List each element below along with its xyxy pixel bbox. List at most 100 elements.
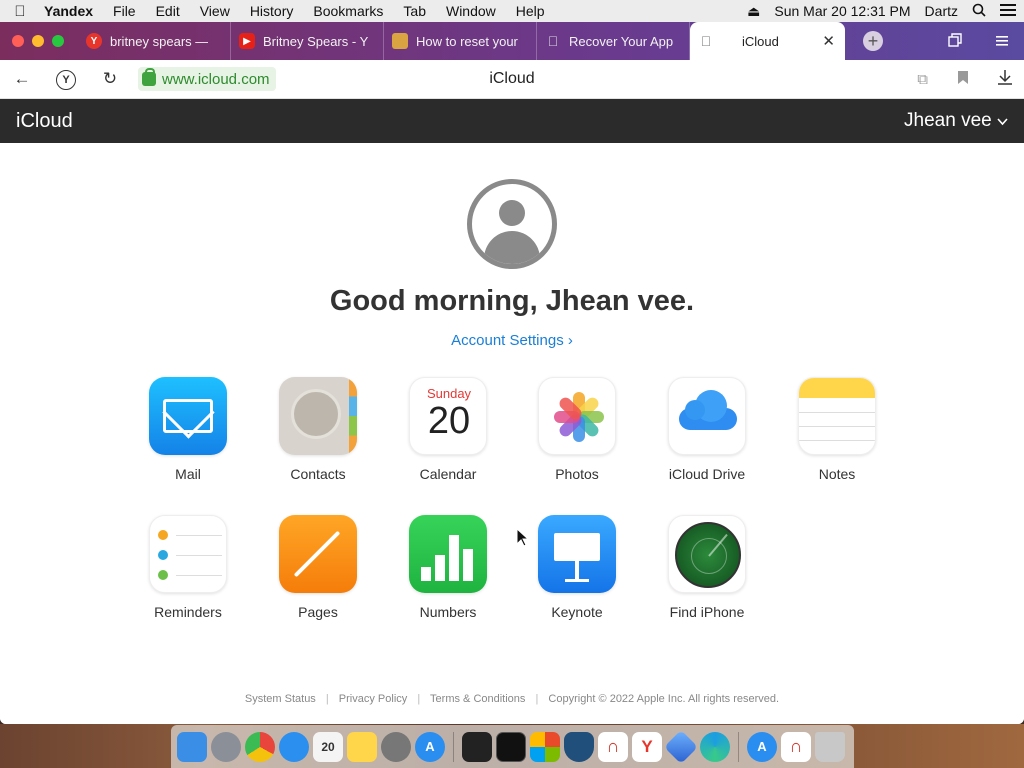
app-label: Pages bbox=[298, 604, 338, 620]
footer-separator: | bbox=[417, 693, 421, 705]
browser-window: Y britney spears — ▶ Britney Spears - Y … bbox=[0, 22, 1024, 724]
notes-icon bbox=[798, 377, 876, 455]
app-photos[interactable]: Photos bbox=[527, 377, 627, 482]
tab-recover-apple[interactable]:  Recover Your App bbox=[537, 22, 690, 60]
zoom-window-button[interactable] bbox=[52, 35, 64, 47]
spotlight-search-icon[interactable] bbox=[972, 3, 986, 20]
yandex-home-button[interactable]: Y bbox=[44, 68, 88, 90]
app-label: Calendar bbox=[419, 466, 477, 482]
window-controls bbox=[0, 35, 78, 47]
app-find-iphone[interactable]: Find iPhone bbox=[657, 515, 757, 620]
close-tab-icon[interactable]: ✕ bbox=[822, 32, 835, 50]
app-store-icon[interactable]: A bbox=[415, 731, 445, 762]
page-footer: System Status | Privacy Policy | Terms &… bbox=[0, 693, 1024, 705]
activity-monitor-icon[interactable] bbox=[462, 731, 492, 762]
terms-link[interactable]: Terms & Conditions bbox=[430, 693, 525, 705]
tab-label: britney spears — bbox=[110, 33, 209, 49]
calendar-icon[interactable]: 20 bbox=[313, 731, 343, 762]
menu-file[interactable]: File bbox=[113, 3, 136, 19]
app-notes[interactable]: Notes bbox=[787, 377, 887, 482]
vpn-shield-icon[interactable] bbox=[564, 731, 594, 762]
close-window-button[interactable] bbox=[12, 35, 24, 47]
app-contacts[interactable]: Contacts bbox=[268, 377, 368, 482]
account-settings-link[interactable]: Account Settings › bbox=[0, 332, 1024, 349]
app-label: Find iPhone bbox=[669, 604, 745, 620]
url-field[interactable]: www.icloud.com bbox=[138, 67, 276, 91]
tab-britney-search[interactable]: Y britney spears — bbox=[78, 22, 231, 60]
app-label: Keynote bbox=[551, 604, 603, 620]
browser-menu-icon[interactable] bbox=[996, 33, 1008, 49]
trash-icon[interactable] bbox=[815, 731, 845, 762]
app-mail[interactable]: Mail bbox=[138, 377, 238, 482]
app-label: Photos bbox=[555, 466, 599, 482]
chrome-icon[interactable] bbox=[245, 731, 275, 762]
ms-office-icon[interactable] bbox=[530, 731, 560, 762]
menu-history[interactable]: History bbox=[250, 3, 294, 19]
minimize-window-button[interactable] bbox=[32, 35, 44, 47]
calendar-day: Sunday bbox=[426, 386, 472, 401]
app-keynote[interactable]: Keynote bbox=[527, 515, 627, 620]
tab-how-to-reset[interactable]: How to reset your bbox=[384, 22, 537, 60]
launchpad-icon[interactable] bbox=[211, 731, 241, 762]
app-reminders[interactable]: Reminders bbox=[138, 515, 238, 620]
new-tab-button[interactable]: + bbox=[863, 31, 883, 51]
menu-edit[interactable]: Edit bbox=[156, 3, 180, 19]
app-label: Reminders bbox=[154, 604, 222, 620]
copy-icon[interactable]: ⧉ bbox=[917, 71, 928, 88]
tab-britney-youtube[interactable]: ▶ Britney Spears - Y bbox=[231, 22, 384, 60]
system-status-link[interactable]: System Status bbox=[245, 693, 316, 705]
app-pages[interactable]: Pages bbox=[268, 515, 368, 620]
apple-menu-icon[interactable]:  bbox=[10, 3, 30, 20]
tabs-overview-icon[interactable] bbox=[948, 32, 962, 50]
magnet-icon[interactable]: ∩ bbox=[598, 731, 628, 762]
yandex-icon[interactable]: Y bbox=[632, 731, 662, 762]
dock: 20 A ∩ Y A ∩ bbox=[171, 725, 854, 768]
calendar-date: 20 bbox=[427, 400, 471, 442]
find-iphone-icon bbox=[668, 515, 746, 593]
menu-view[interactable]: View bbox=[200, 3, 230, 19]
menu-clock[interactable]: Sun Mar 20 12:31 PM bbox=[774, 3, 910, 19]
reload-icon[interactable]: ↻ bbox=[88, 69, 132, 89]
app-icloud-drive[interactable]: iCloud Drive bbox=[657, 377, 757, 482]
menu-bookmarks[interactable]: Bookmarks bbox=[313, 3, 383, 19]
edge-icon[interactable] bbox=[700, 731, 730, 762]
app-calendar[interactable]: Sunday 20 Calendar bbox=[398, 377, 498, 482]
contacts-icon bbox=[279, 377, 357, 455]
bookmark-icon[interactable] bbox=[958, 70, 968, 88]
notes-icon[interactable] bbox=[347, 731, 377, 762]
chevron-right-icon: › bbox=[567, 332, 573, 349]
user-name: Jhean vee bbox=[904, 110, 992, 131]
magnet-2-icon[interactable]: ∩ bbox=[781, 731, 811, 762]
tab-icloud[interactable]:  iCloud ✕ bbox=[690, 22, 845, 60]
footer-separator: | bbox=[535, 693, 539, 705]
user-menu[interactable]: Jhean vee bbox=[904, 110, 1008, 132]
menu-user[interactable]: Dartz bbox=[925, 3, 958, 19]
crystal-icon[interactable] bbox=[664, 729, 698, 764]
safari-icon[interactable] bbox=[279, 731, 309, 762]
avatar-head bbox=[499, 200, 525, 226]
menu-help[interactable]: Help bbox=[516, 3, 545, 19]
terminal-icon[interactable] bbox=[496, 731, 526, 762]
notification-center-icon[interactable] bbox=[1000, 3, 1016, 19]
greeting-title: Good morning, Jhean vee. bbox=[329, 285, 695, 317]
app-label: Numbers bbox=[419, 604, 477, 620]
app-store-2-icon[interactable]: A bbox=[747, 731, 777, 762]
app-numbers[interactable]: Numbers bbox=[398, 515, 498, 620]
icloud-brand[interactable]: iCloud bbox=[16, 110, 73, 133]
footer-separator: | bbox=[325, 693, 329, 705]
icloud-launchpad: Good morning, Jhean vee. Account Setting… bbox=[0, 143, 1024, 724]
privacy-policy-link[interactable]: Privacy Policy bbox=[339, 693, 407, 705]
back-arrow-icon[interactable]: ← bbox=[0, 69, 44, 89]
finder-icon[interactable] bbox=[177, 731, 207, 762]
download-icon[interactable] bbox=[998, 69, 1012, 89]
photos-icon bbox=[538, 377, 616, 455]
eject-icon[interactable]: ⏏ bbox=[747, 3, 760, 20]
avatar[interactable] bbox=[467, 179, 557, 269]
article-icon bbox=[392, 33, 408, 49]
system-preferences-icon[interactable] bbox=[381, 731, 411, 762]
menu-window[interactable]: Window bbox=[446, 3, 496, 19]
menu-app-name[interactable]: Yandex bbox=[44, 3, 93, 19]
menu-tab[interactable]: Tab bbox=[403, 3, 426, 19]
yandex-icon: Y bbox=[56, 70, 76, 90]
apple-icon:  bbox=[698, 33, 714, 49]
